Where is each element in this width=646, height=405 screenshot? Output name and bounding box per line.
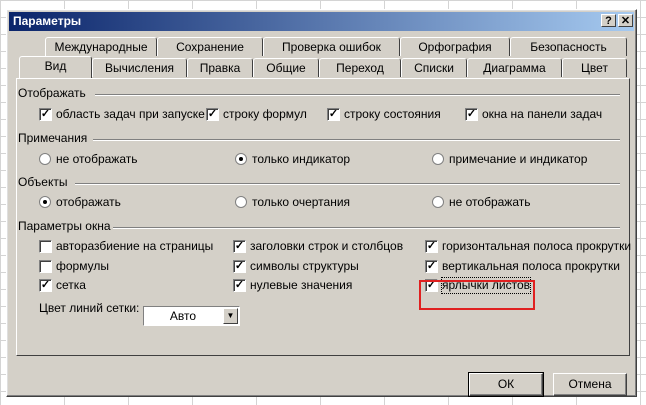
dropdown-arrow-icon[interactable]: ▼ <box>223 308 238 324</box>
section-show-title: Отображать <box>18 86 86 100</box>
section-objects-title: Объекты <box>18 175 68 189</box>
section-show-divider <box>95 94 620 96</box>
tab-color[interactable]: Цвет <box>562 58 627 77</box>
checkmark-icon: ✓ <box>233 260 246 273</box>
section-window-divider <box>113 227 620 229</box>
checkbox-icon <box>39 260 52 273</box>
tab-edit[interactable]: Правка <box>187 58 253 77</box>
tab-view[interactable]: Вид <box>19 56 92 78</box>
checkmark-icon: ✓ <box>327 108 340 121</box>
tab-chart[interactable]: Диаграмма <box>467 58 562 77</box>
tab-international[interactable]: Международные <box>45 37 157 56</box>
radio-icon <box>432 196 444 208</box>
section-objects-divider <box>75 183 620 185</box>
tab-error-checking[interactable]: Проверка ошибок <box>263 37 400 56</box>
cancel-button[interactable]: Отмена <box>553 373 627 396</box>
grid-color-value: Авто <box>169 309 197 323</box>
tab-transition[interactable]: Переход <box>319 58 401 77</box>
checkmark-icon: ✓ <box>233 279 246 292</box>
section-notes-title: Примечания <box>18 131 88 145</box>
dialog-title: Параметры <box>13 14 82 28</box>
tab-strip: Международные Сохранение Проверка ошибок… <box>16 37 629 81</box>
title-bar: Параметры ? ✕ <box>9 12 634 31</box>
tab-spelling[interactable]: Орфография <box>400 37 510 56</box>
checkmark-icon: ✓ <box>465 108 478 121</box>
grid-color-select[interactable]: Авто ▼ <box>143 306 240 326</box>
checkmark-icon: ✓ <box>425 240 438 253</box>
grid-color-label: Цвет линий сетки: <box>39 301 140 315</box>
checkmark-icon: ✓ <box>39 108 52 121</box>
radio-icon <box>235 196 247 208</box>
checkbox-icon <box>39 240 52 253</box>
checkmark-icon: ✓ <box>39 279 52 292</box>
help-icon[interactable]: ? <box>601 14 616 27</box>
checkmark-icon: ✓ <box>425 260 438 273</box>
radio-icon <box>432 153 444 165</box>
section-window-title: Параметры окна <box>18 219 111 233</box>
section-notes-divider <box>93 139 620 141</box>
checkmark-icon: ✓ <box>206 108 219 121</box>
tab-save[interactable]: Сохранение <box>157 37 263 56</box>
tab-security[interactable]: Безопасность <box>510 37 627 56</box>
radio-icon <box>39 153 51 165</box>
ok-button[interactable]: ОК <box>468 372 544 397</box>
radio-selected-icon <box>39 196 51 208</box>
options-dialog: Параметры ? ✕ Международные Сохранение П… <box>6 9 637 397</box>
checkmark-icon: ✓ <box>233 240 246 253</box>
tab-calculation[interactable]: Вычисления <box>92 58 187 77</box>
tab-general[interactable]: Общие <box>253 58 319 77</box>
close-icon[interactable]: ✕ <box>618 14 633 27</box>
red-highlight-box <box>419 280 535 310</box>
radio-selected-icon <box>235 153 247 165</box>
tab-lists[interactable]: Списки <box>401 58 467 77</box>
